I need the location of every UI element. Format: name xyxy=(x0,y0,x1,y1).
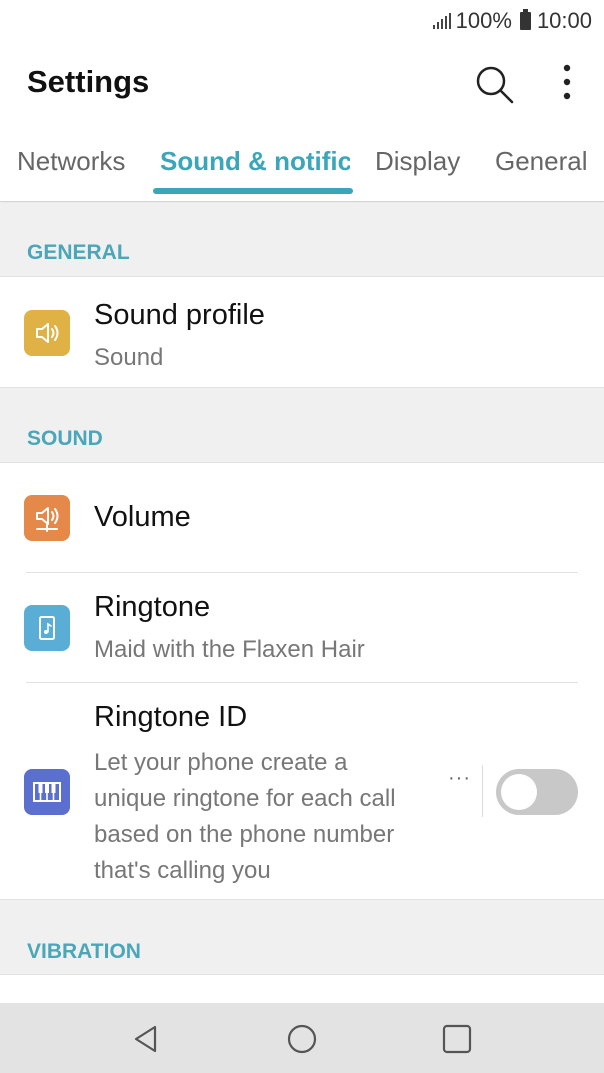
general-card: Sound profile Sound xyxy=(0,276,604,388)
back-icon xyxy=(134,1025,157,1053)
sound-card: Volume Ringtone Maid with the Flaxen Hai… xyxy=(0,462,604,900)
piano-icon xyxy=(24,769,70,815)
toggle-knob xyxy=(501,774,537,810)
navigation-bar xyxy=(0,1003,604,1073)
signal-icon xyxy=(432,13,451,29)
search-button[interactable] xyxy=(470,60,518,108)
music-file-icon xyxy=(24,605,70,651)
item-title: Sound profile xyxy=(94,299,265,331)
section-title: VIBRATION xyxy=(27,940,141,963)
tab-general[interactable]: General xyxy=(495,146,588,177)
ringtone-id-more-button[interactable]: ··· xyxy=(448,767,471,790)
recents-button[interactable] xyxy=(439,1021,475,1057)
item-title: Ringtone xyxy=(94,591,211,623)
list-item-sound-profile[interactable]: Sound profile Sound xyxy=(0,277,604,387)
list-item-ringtone[interactable]: Ringtone Maid with the Flaxen Hair xyxy=(0,573,604,682)
section-header-sound: SOUND xyxy=(0,388,604,462)
tab-sound-notifications[interactable]: Sound & notifications xyxy=(160,146,350,177)
section-title: GENERAL xyxy=(27,241,130,264)
battery-percent: 100% xyxy=(455,8,512,33)
settings-list[interactable]: GENERAL Sound profile Sound SOUND Volume… xyxy=(0,203,604,1014)
tab-bar: Networks Sound & notifications Display G… xyxy=(0,126,604,202)
battery-icon xyxy=(519,9,531,30)
tab-display[interactable]: Display xyxy=(375,146,460,177)
list-item-volume[interactable]: Volume xyxy=(0,463,604,572)
section-header-vibration: VIBRATION xyxy=(0,900,604,974)
search-icon xyxy=(476,66,514,104)
item-subtitle: Let your phone create a unique ringtone … xyxy=(94,749,396,884)
section-title: SOUND xyxy=(27,427,103,450)
volume-icon xyxy=(24,495,70,541)
more-options-button[interactable] xyxy=(545,60,589,108)
divider xyxy=(482,765,483,817)
home-button[interactable] xyxy=(284,1021,320,1057)
status-bar: 100% 10:00 xyxy=(0,0,604,42)
more-vert-icon xyxy=(563,64,571,100)
back-button[interactable] xyxy=(128,1021,164,1057)
app-bar: Settings xyxy=(0,42,604,126)
item-subtitle: Maid with the Flaxen Hair xyxy=(94,636,365,663)
item-subtitle-sound-profile: Sound xyxy=(94,344,164,371)
item-title: Volume xyxy=(94,501,191,533)
speaker-icon xyxy=(24,310,70,356)
item-title: Ringtone ID xyxy=(94,701,248,733)
clock: 10:00 xyxy=(536,8,592,33)
active-tab-indicator xyxy=(153,188,353,194)
recents-icon xyxy=(442,1024,472,1054)
section-header-general: GENERAL xyxy=(0,203,604,276)
list-item-ringtone-id[interactable]: Ringtone ID Let your phone create a uniq… xyxy=(0,683,604,899)
page-title: Settings xyxy=(27,64,150,99)
home-icon xyxy=(287,1024,317,1054)
tab-networks[interactable]: Networks xyxy=(17,146,125,177)
ringtone-id-toggle[interactable] xyxy=(496,769,578,815)
